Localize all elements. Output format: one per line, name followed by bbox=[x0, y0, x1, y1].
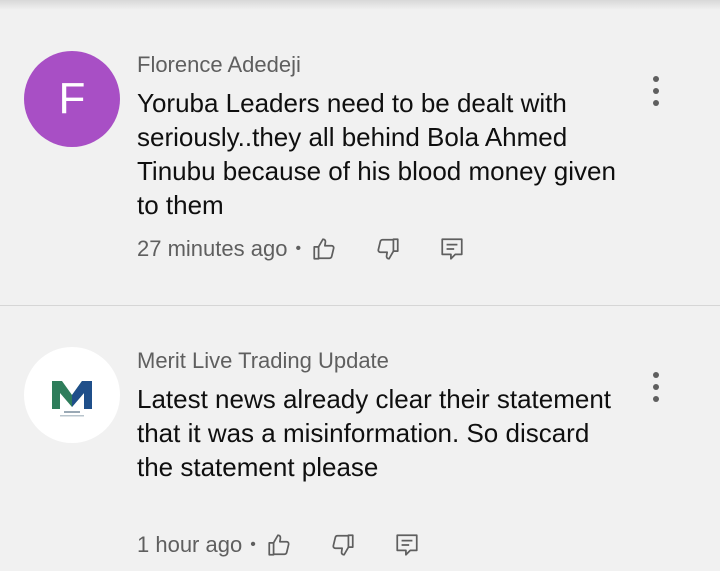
comment-item: Merit Live Trading Update Latest news al… bbox=[0, 306, 720, 571]
avatar[interactable]: F bbox=[24, 51, 120, 147]
thumbs-up-icon[interactable] bbox=[264, 530, 294, 560]
merit-logo-icon bbox=[52, 381, 92, 417]
comment-meta: 1 hour ago • bbox=[137, 528, 422, 562]
comment-time: 27 minutes ago bbox=[137, 236, 288, 261]
thumbs-down-icon[interactable] bbox=[328, 530, 358, 560]
more-vert-icon[interactable] bbox=[640, 71, 672, 111]
menu-dot bbox=[653, 100, 659, 106]
meta-separator: • bbox=[295, 240, 302, 257]
avatar-letter: F bbox=[58, 74, 86, 123]
comment-author[interactable]: Merit Live Trading Update bbox=[137, 348, 389, 374]
menu-dot bbox=[653, 88, 659, 94]
thumbs-up-icon[interactable] bbox=[309, 234, 339, 264]
avatar[interactable] bbox=[24, 347, 120, 443]
menu-dot bbox=[653, 372, 659, 378]
menu-dot bbox=[653, 76, 659, 82]
meta-separator: • bbox=[250, 536, 256, 553]
comment-text: Latest news already clear their statemen… bbox=[137, 384, 612, 482]
more-vert-icon[interactable] bbox=[640, 367, 672, 407]
comment-author[interactable]: Florence Adedeji bbox=[137, 52, 301, 78]
reply-icon[interactable] bbox=[392, 530, 422, 560]
thumbs-down-icon[interactable] bbox=[373, 234, 403, 264]
menu-dot bbox=[653, 384, 659, 390]
reply-icon[interactable] bbox=[437, 234, 467, 264]
comment-meta: 27 minutes ago • bbox=[137, 232, 467, 266]
menu-dot bbox=[653, 396, 659, 402]
comment-item: F Florence Adedeji Yoruba Leaders need t… bbox=[0, 0, 720, 305]
comment-time: 1 hour ago bbox=[137, 532, 243, 557]
comment-text: Yoruba Leaders need to be dealt with ser… bbox=[137, 88, 616, 220]
